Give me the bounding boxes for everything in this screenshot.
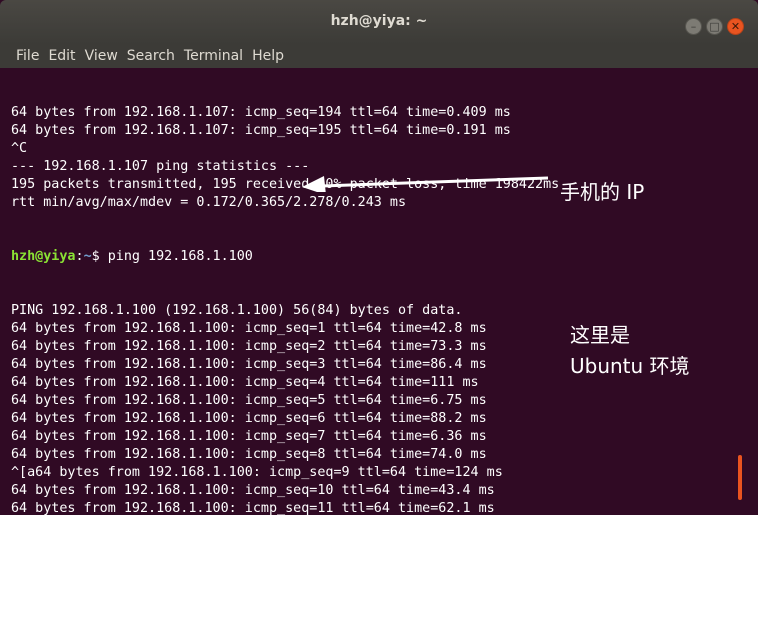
terminal-line: 64 bytes from 192.168.1.100: icmp_seq=12…: [11, 519, 495, 534]
menu-bar: File Edit View Search Terminal Help: [0, 44, 758, 68]
terminal-line: PING 192.168.1.100 (192.168.1.100) 56(84…: [11, 303, 463, 318]
close-icon: ✕: [730, 20, 741, 33]
terminal-line: 64 bytes from 192.168.1.100: icmp_seq=11…: [11, 501, 495, 516]
terminal-line: 64 bytes from 192.168.1.100: icmp_seq=7 …: [11, 429, 487, 444]
terminal-line: 64 bytes from 192.168.1.100: icmp_seq=13…: [11, 537, 495, 552]
menu-edit[interactable]: Edit: [48, 48, 75, 64]
window-controls: – □ ✕: [685, 18, 744, 35]
menu-help[interactable]: Help: [252, 48, 284, 64]
title-bar[interactable]: hzh@yiya: ~ – □ ✕: [0, 0, 758, 44]
minimize-button[interactable]: –: [685, 18, 702, 35]
minimize-icon: –: [690, 20, 697, 33]
terminal-line: 64 bytes from 192.168.1.100: icmp_seq=6 …: [11, 411, 487, 426]
menu-file[interactable]: File: [16, 48, 39, 64]
maximize-button[interactable]: □: [706, 18, 723, 35]
prompt-user: hzh@yiya: [11, 249, 76, 264]
terminal-line: 64 bytes from 192.168.1.100: icmp_seq=15…: [11, 573, 495, 588]
menu-view[interactable]: View: [85, 48, 118, 64]
annotation-here-is: 这里是: [570, 323, 630, 347]
terminal-line: ^C: [11, 141, 28, 156]
terminal-line: 64 bytes from 192.168.1.100: icmp_seq=8 …: [11, 447, 487, 462]
terminal-line: 64 bytes from 192.168.1.107: icmp_seq=19…: [11, 123, 511, 138]
prompt-separator: :: [75, 249, 84, 264]
terminal-line: 64 bytes from 192.168.1.100: icmp_seq=5 …: [11, 393, 487, 408]
prompt-command: $ ping 192.168.1.100: [91, 249, 253, 264]
menu-terminal[interactable]: Terminal: [184, 48, 243, 64]
arrow-icon: [302, 176, 549, 192]
prompt-path: ~: [83, 249, 92, 264]
terminal-line: 64 bytes from 192.168.1.100: icmp_seq=10…: [11, 483, 495, 498]
close-button[interactable]: ✕: [727, 18, 744, 35]
terminal-output[interactable]: 64 bytes from 192.168.1.107: icmp_seq=19…: [11, 68, 738, 588]
prompt-line: hzh@yiya:~$ ping 192.168.1.100: [11, 248, 738, 266]
window-title: hzh@yiya: ~: [330, 13, 428, 29]
terminal-window: hzh@yiya: ~ – □ ✕ File Edit View Search …: [0, 0, 758, 588]
scrollbar-thumb[interactable]: [738, 455, 742, 500]
annotation-phone-ip: 手机的 IP: [560, 180, 645, 204]
annotation-ubuntu-env: Ubuntu 环境: [570, 354, 690, 378]
terminal-line: 64 bytes from 192.168.1.107: icmp_seq=19…: [11, 105, 511, 120]
terminal-line: 64 bytes from 192.168.1.100: icmp_seq=14…: [11, 555, 487, 570]
terminal-line: ^[a64 bytes from 192.168.1.100: icmp_seq…: [11, 465, 503, 480]
menu-search[interactable]: Search: [127, 48, 175, 64]
maximize-icon: □: [709, 20, 720, 33]
